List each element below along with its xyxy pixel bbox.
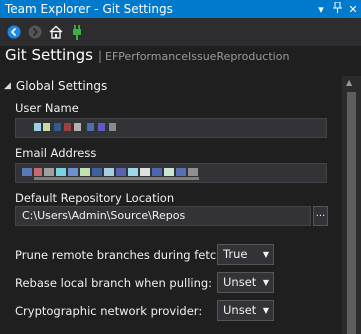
rebase-pull-label: Rebase local branch when pulling: (15, 276, 213, 290)
chevron-down-icon: ▼ (262, 278, 269, 287)
prune-branches-label: Prune remote branches during fetch: (15, 248, 228, 262)
connect-plug-icon[interactable] (67, 22, 87, 42)
browse-button[interactable]: ... (313, 206, 328, 226)
page-header: Git Settings | EFPerformanceIssueReprodu… (0, 46, 361, 76)
home-icon[interactable] (46, 22, 66, 42)
dropdown-icon[interactable]: ▾ (313, 3, 329, 16)
email-label: Email Address (15, 146, 97, 160)
rebase-pull-value: Unset (223, 275, 257, 289)
repo-location-label: Default Repository Location (15, 191, 175, 205)
header-separator: | (97, 49, 103, 63)
crypto-provider-value: Unset (223, 303, 257, 317)
user-name-field[interactable] (15, 118, 327, 138)
prune-branches-value: True (223, 247, 248, 261)
prune-branches-select[interactable]: True ▼ (217, 244, 274, 265)
email-field[interactable] (15, 163, 327, 183)
repository-name[interactable]: EFPerformanceIssueReproduction (105, 50, 289, 63)
chevron-down-icon: ▼ (262, 250, 269, 259)
toolbar (0, 18, 361, 46)
window-title: Team Explorer - Git Settings (5, 2, 173, 16)
scrollbar-thumb[interactable] (347, 92, 356, 334)
close-icon[interactable]: ✕ (345, 3, 361, 16)
user-name-label: User Name (15, 101, 79, 115)
repo-location-field[interactable]: C:\Users\Admin\Source\Repos (15, 206, 311, 226)
crypto-provider-label: Cryptographic network provider: (15, 304, 203, 318)
crypto-provider-select[interactable]: Unset ▼ (217, 300, 274, 321)
forward-arrow-icon[interactable] (25, 22, 45, 42)
title-bar: Team Explorer - Git Settings ▾ ✕ (0, 0, 361, 18)
collapse-triangle-icon[interactable]: ◢ (4, 81, 11, 91)
global-settings-section-header[interactable]: ◢ Global Settings (4, 79, 107, 93)
rebase-pull-select[interactable]: Unset ▼ (217, 272, 274, 293)
page-title: Git Settings (5, 46, 93, 64)
pin-icon[interactable] (329, 1, 345, 16)
chevron-down-icon: ▼ (262, 306, 269, 315)
back-arrow-icon[interactable] (4, 22, 24, 42)
scroll-up-icon[interactable]: ▲ (346, 78, 352, 87)
section-title: Global Settings (15, 79, 108, 93)
